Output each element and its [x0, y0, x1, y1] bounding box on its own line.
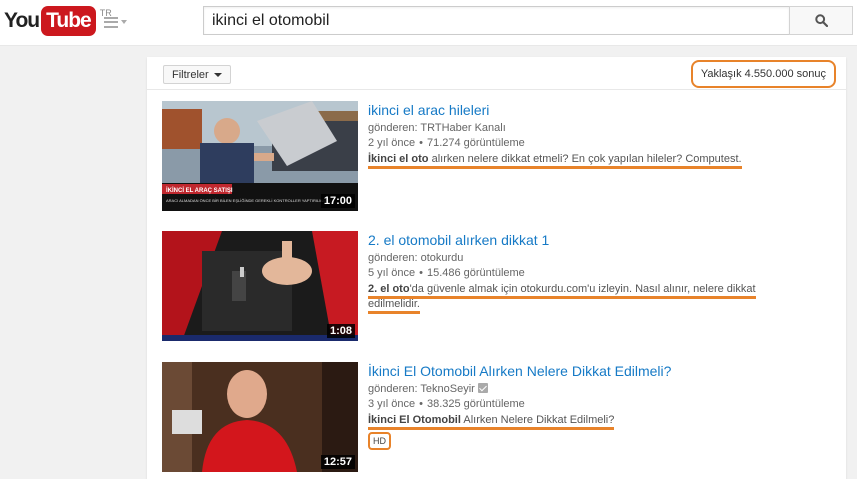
dropdown-caret-icon	[213, 72, 222, 77]
filters-button[interactable]: Filtreler	[163, 65, 231, 84]
logo-you-text: You	[4, 9, 40, 32]
video-age: 5 yıl önce	[368, 267, 416, 279]
result-count: Yaklaşık 4.550.000 sonuç	[690, 60, 836, 88]
video-channel[interactable]: gönderen: TRTHaber Kanalı	[368, 121, 838, 136]
results-panel: Filtreler Yaklaşık 4.550.000 sonuç İKİNC…	[147, 57, 846, 479]
video-description: İkinci El Otomobil Alırken Nelere Dikkat…	[368, 413, 838, 430]
video-title-link[interactable]: ikinci el arac hileleri	[368, 101, 838, 119]
video-description: İkinci el oto alırken nelere dikkat etme…	[368, 152, 838, 169]
video-age: 2 yıl önce	[368, 137, 416, 149]
desc-text: 'da güvenle almak için otokurdu.com'u iz…	[368, 283, 756, 310]
video-views: 71.274 görüntüleme	[426, 137, 525, 149]
video-meta: 5 yıl önce • 15.486 görüntüleme	[368, 267, 525, 279]
video-age: 3 yıl önce	[368, 398, 416, 410]
desc-text: alırken nelere dikkat etmeli? En çok yap…	[428, 153, 742, 165]
chevron-down-icon	[121, 20, 127, 24]
video-thumbnail[interactable]: 1:08	[162, 231, 358, 341]
video-thumbnail[interactable]: 12:57	[162, 362, 358, 472]
video-duration: 17:00	[320, 194, 355, 208]
filters-label: Filtreler	[172, 68, 209, 81]
desc-highlight: İkinci El Otomobil	[368, 414, 461, 426]
video-result[interactable]: İKİNCİ EL ARAÇ SATIŞI ARACI ALMADAN ÖNCE…	[162, 101, 842, 213]
video-duration: 1:08	[326, 324, 355, 338]
filter-bar: Filtreler Yaklaşık 4.550.000 sonuç	[147, 57, 846, 90]
search-button[interactable]	[789, 6, 853, 35]
desc-highlight: 2. el oto	[368, 283, 410, 295]
search-box[interactable]	[203, 6, 789, 35]
youtube-logo[interactable]: You Tube TR	[4, 6, 112, 36]
thumb-caption: İKİNCİ EL ARAÇ SATIŞI	[166, 187, 233, 194]
thumb-subcaption: ARACI ALMADAN ÖNCE BİR BİLEN EŞLİĞİNDE G…	[166, 198, 329, 203]
guide-menu-button[interactable]	[104, 14, 130, 30]
masthead: You Tube TR	[0, 0, 857, 46]
guide-menu-icon	[104, 16, 118, 28]
video-meta: 2 yıl önce • 71.274 görüntüleme	[368, 137, 525, 149]
search-input[interactable]	[204, 7, 789, 34]
video-duration: 12:57	[320, 455, 355, 469]
video-meta: 3 yıl önce • 38.325 görüntüleme	[368, 398, 525, 410]
verified-check-icon	[477, 383, 488, 393]
video-channel-row[interactable]: gönderen: TeknoSeyir	[368, 382, 838, 397]
video-views: 38.325 görüntüleme	[426, 398, 525, 410]
video-title-link[interactable]: 2. el otomobil alırken dikkat 1	[368, 231, 838, 249]
video-result[interactable]: 1:08 2. el otomobil alırken dikkat 1 gön…	[162, 231, 842, 343]
desc-highlight: İkinci el oto	[368, 153, 429, 165]
video-channel[interactable]: gönderen: otokurdu	[368, 251, 838, 266]
video-description: 2. el oto'da güvenle almak için otokurdu…	[368, 282, 788, 314]
video-views: 15.486 görüntüleme	[426, 267, 525, 279]
video-result[interactable]: 12:57 İkinci El Otomobil Alırken Nelere …	[162, 362, 842, 474]
video-title-link[interactable]: İkinci El Otomobil Alırken Nelere Dikkat…	[368, 362, 838, 380]
hd-badge: HD	[368, 432, 391, 450]
search-icon	[814, 14, 828, 27]
desc-text: Alırken Nelere Dikkat Edilmeli?	[460, 414, 615, 426]
video-channel[interactable]: gönderen: TeknoSeyir	[368, 383, 475, 395]
logo-tube-text: Tube	[41, 6, 96, 36]
video-thumbnail[interactable]: İKİNCİ EL ARAÇ SATIŞI ARACI ALMADAN ÖNCE…	[162, 101, 358, 211]
